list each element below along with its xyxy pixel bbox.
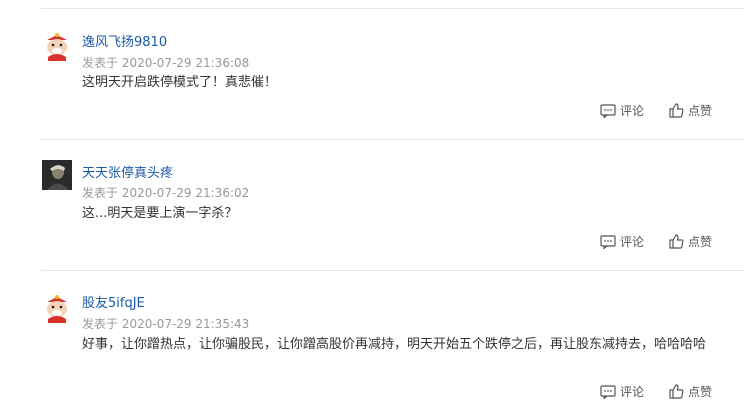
username[interactable]: 逸风飞扬9810	[82, 31, 167, 50]
comment-button[interactable]: 评论	[600, 102, 644, 119]
post-time: 发表于 2020-07-29 21:35:43	[82, 317, 250, 331]
avatar[interactable]	[42, 293, 72, 323]
comment-label: 评论	[620, 235, 645, 249]
like-label: 点赞	[688, 104, 713, 118]
avatar[interactable]	[42, 31, 72, 61]
divider	[41, 8, 744, 9]
comment-text: 好事，让你蹭热点，让你骗股民，让你蹭高股价再减持，明天开始五个跌停之后，再让股东…	[82, 337, 707, 352]
comment-icon	[600, 234, 616, 249]
post-time: 发表于 2020-07-29 21:36:02	[82, 186, 250, 200]
like-label: 点赞	[688, 385, 713, 399]
comment-text: 这明天开启跌停模式了！真悲催！	[82, 75, 278, 90]
portrait-avatar-icon	[42, 160, 72, 190]
comment-button[interactable]: 评论	[600, 383, 644, 400]
like-button[interactable]: 点赞	[669, 102, 712, 119]
comment-label: 评论	[620, 385, 645, 399]
username[interactable]: 天天张停真头疼	[82, 162, 173, 181]
comment-button[interactable]: 评论	[600, 233, 644, 250]
comment-icon	[600, 384, 616, 399]
like-label: 点赞	[688, 235, 713, 249]
thumbs-up-icon	[669, 384, 684, 399]
post-time: 发表于 2020-07-29 21:36:08	[82, 56, 250, 70]
cartoon-avatar-icon	[47, 295, 67, 323]
divider	[41, 270, 744, 271]
comment-label: 评论	[620, 104, 645, 118]
username[interactable]: 股友5ifqJE	[82, 292, 145, 311]
thumbs-up-icon	[669, 234, 684, 249]
thumbs-up-icon	[669, 103, 684, 118]
like-button[interactable]: 点赞	[669, 383, 712, 400]
cartoon-avatar-icon	[47, 33, 67, 61]
like-button[interactable]: 点赞	[669, 233, 712, 250]
divider	[41, 139, 744, 140]
avatar[interactable]	[42, 160, 72, 190]
comment-text: 这...明天是要上演一字杀？	[82, 206, 238, 221]
comment-icon	[600, 103, 616, 118]
